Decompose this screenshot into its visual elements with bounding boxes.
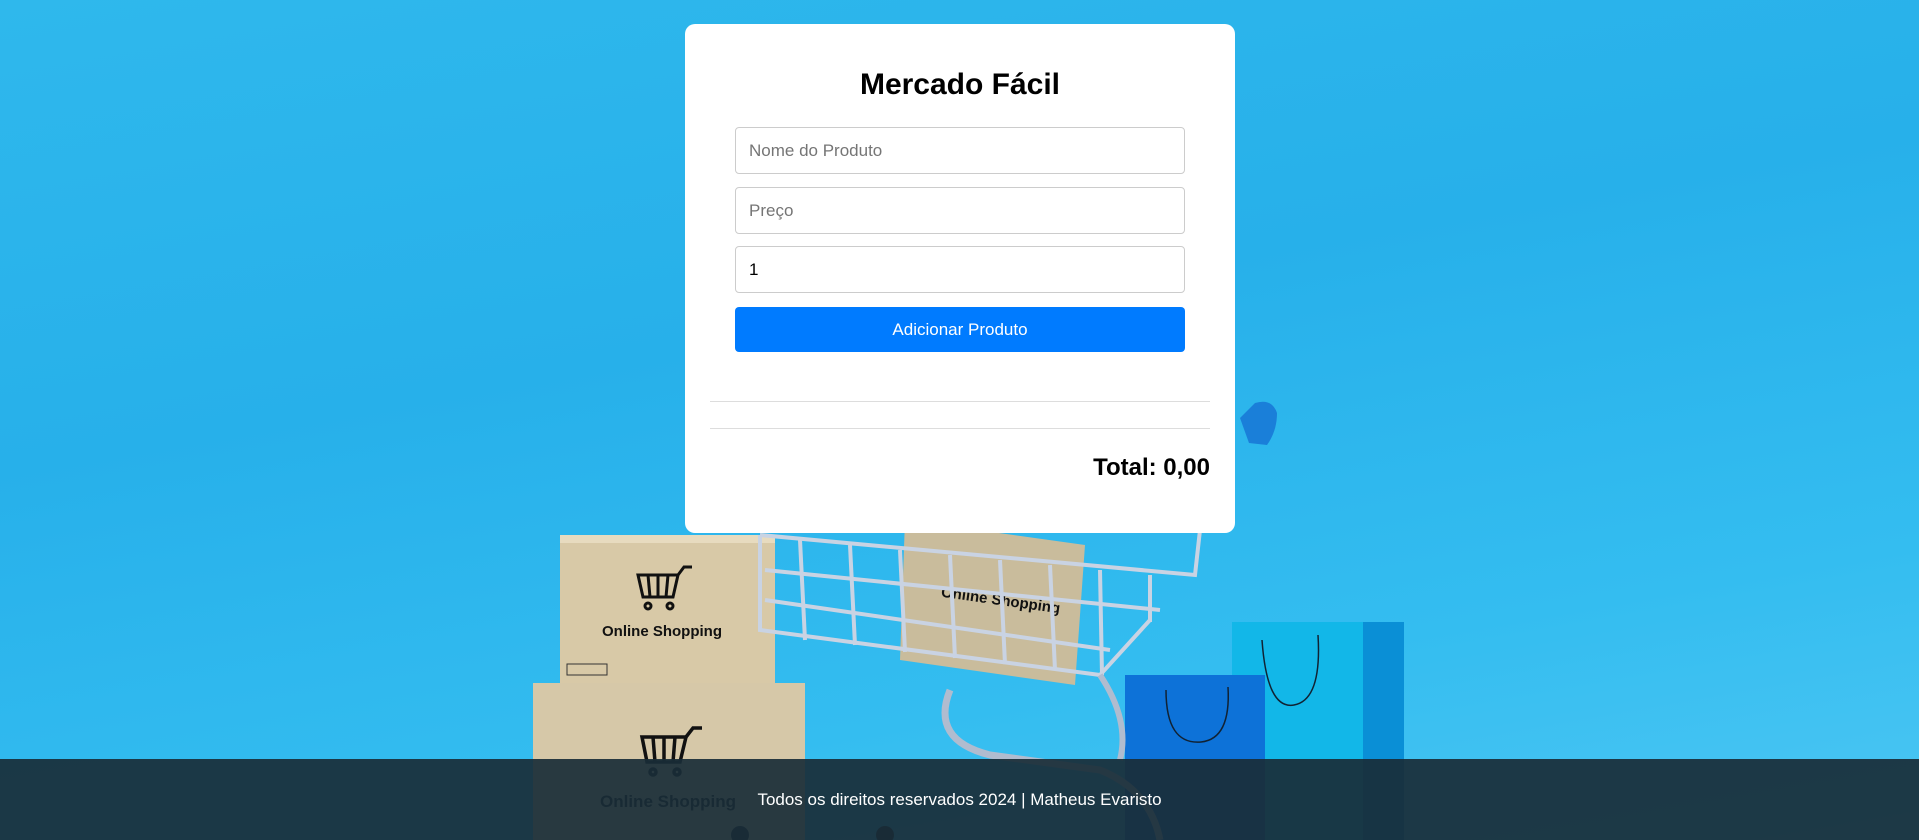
box-top: Online Shopping	[560, 535, 775, 685]
cart-handle	[1240, 401, 1277, 445]
footer-text: Todos os direitos reservados 2024 | Math…	[757, 789, 1162, 809]
product-card: Mercado Fácil Adicionar Produto Total: 0…	[685, 24, 1235, 533]
divider	[710, 401, 1210, 402]
box-label-top: Online Shopping	[602, 623, 722, 640]
divider	[710, 428, 1210, 429]
add-product-button[interactable]: Adicionar Produto	[735, 307, 1185, 352]
price-input[interactable]	[735, 187, 1185, 234]
total-label: Total: 0,00	[1093, 454, 1210, 481]
page-title: Mercado Fácil	[859, 68, 1061, 101]
quantity-input[interactable]	[735, 246, 1185, 293]
product-name-input[interactable]	[735, 127, 1185, 174]
footer: Todos os direitos reservados 2024 | Math…	[0, 759, 1919, 840]
